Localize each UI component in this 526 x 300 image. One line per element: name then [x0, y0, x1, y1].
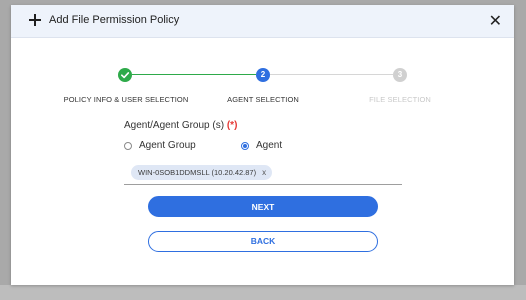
add-file-permission-policy-dialog: Add File Permission Policy ✕ 2 3 POLICY …	[11, 5, 514, 285]
chip-remove-icon[interactable]: x	[262, 168, 266, 177]
radio-agent-group-label: Agent Group	[139, 140, 196, 151]
step-1-check-icon	[118, 68, 132, 82]
required-marker: (*)	[226, 120, 238, 131]
radio-agent-group-dot[interactable]	[124, 141, 132, 150]
step-3-circle: 3	[393, 68, 407, 82]
step-3-label: FILE SELECTION	[369, 95, 431, 104]
stepper: 2 3 POLICY INFO & USER SELECTION AGENT S…	[11, 68, 514, 113]
step-2-label: AGENT SELECTION	[227, 95, 299, 104]
selected-agent-chip: WIN-0SOB1DDMSLL (10.20.42.87) x	[131, 165, 273, 180]
step-connector-1	[132, 74, 256, 75]
step-2-circle: 2	[256, 68, 270, 82]
back-button[interactable]: BACK	[148, 231, 378, 252]
step-1-label: POLICY INFO & USER SELECTION	[63, 95, 189, 104]
radio-agent-dot[interactable]	[241, 141, 249, 150]
next-button[interactable]: NEXT	[148, 196, 378, 217]
backdrop	[0, 285, 526, 300]
close-icon[interactable]: ✕	[489, 12, 502, 30]
radio-agent[interactable]: Agent	[241, 140, 282, 151]
selected-agent-chip-label: WIN-0SOB1DDMSLL (10.20.42.87)	[138, 168, 257, 177]
radio-agent-group[interactable]: Agent Group	[124, 140, 196, 151]
plus-icon	[29, 14, 41, 26]
radio-agent-label: Agent	[256, 140, 283, 151]
dialog-header: Add File Permission Policy ✕	[11, 5, 514, 38]
agent-select-input[interactable]: WIN-0SOB1DDMSLL (10.20.42.87) x	[124, 164, 402, 185]
dialog-title: Add File Permission Policy	[49, 14, 180, 26]
step-connector-2	[270, 74, 393, 75]
agent-field-label: Agent/Agent Group (s) (*)	[124, 120, 237, 131]
agent-field-label-text: Agent/Agent Group (s)	[124, 120, 225, 131]
